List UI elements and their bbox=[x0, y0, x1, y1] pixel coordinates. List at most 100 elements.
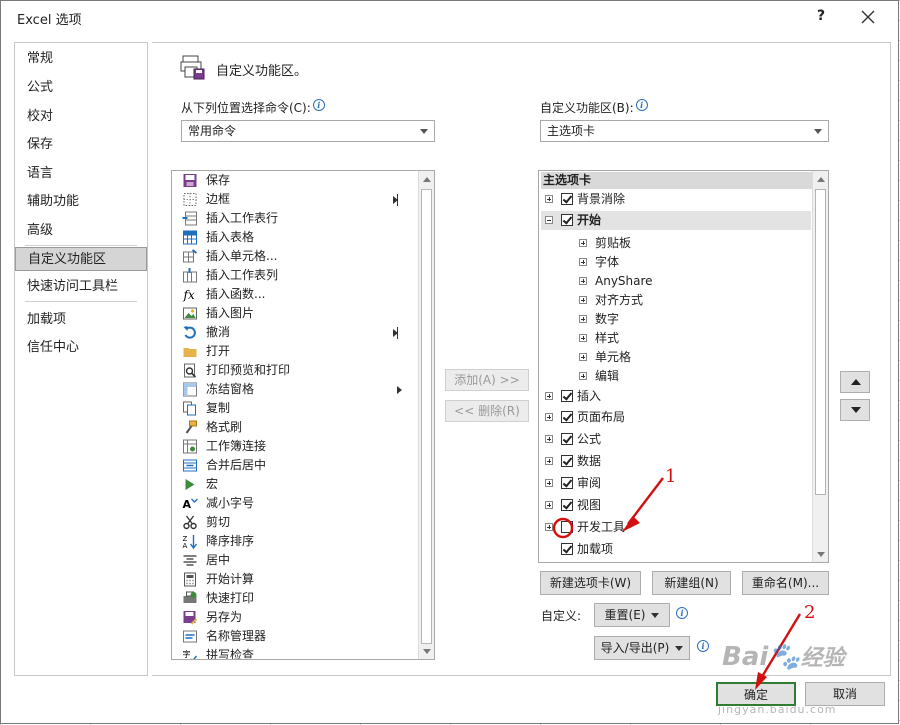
command-item[interactable]: 快速打印 bbox=[178, 589, 404, 608]
expand-icon[interactable] bbox=[579, 296, 587, 304]
move-down-button[interactable] bbox=[840, 399, 870, 421]
tree-item[interactable]: 对齐方式 bbox=[541, 291, 811, 310]
sidebar-item[interactable]: 常规 bbox=[15, 47, 147, 71]
choose-commands-combo[interactable]: 常用命令 bbox=[181, 120, 435, 142]
remove-button[interactable]: << 删除(R) bbox=[445, 400, 529, 422]
customize-ribbon-combo[interactable]: 主选项卡 bbox=[540, 120, 829, 142]
tree-checkbox[interactable] bbox=[561, 193, 573, 205]
sidebar-item[interactable]: 加载项 bbox=[15, 308, 147, 332]
command-item[interactable]: 插入单元格... bbox=[178, 247, 404, 266]
command-item[interactable]: 工作簿连接 bbox=[178, 437, 404, 456]
tree-checkbox[interactable] bbox=[561, 477, 573, 489]
command-item[interactable]: 另存为 bbox=[178, 608, 404, 627]
tree-checkbox[interactable] bbox=[561, 455, 573, 467]
tree-item[interactable]: 单元格 bbox=[541, 348, 811, 367]
command-item[interactable]: 插入图片 bbox=[178, 304, 404, 323]
command-item[interactable]: 插入工作表行 bbox=[178, 209, 404, 228]
scrollbar-thumb[interactable] bbox=[815, 189, 826, 495]
command-item[interactable]: 合并后居中 bbox=[178, 456, 404, 475]
expand-icon[interactable] bbox=[545, 413, 553, 421]
expand-icon[interactable] bbox=[579, 353, 587, 361]
sidebar-item[interactable]: 信任中心 bbox=[15, 336, 147, 360]
expand-icon[interactable] bbox=[545, 195, 553, 203]
tree-item[interactable]: 页面布局 bbox=[541, 408, 811, 427]
command-item[interactable]: 字 拼写检查 bbox=[178, 646, 404, 659]
commands-scrollbar[interactable] bbox=[418, 171, 434, 659]
ribbon-tree-scrollbar[interactable] bbox=[812, 171, 828, 562]
command-item[interactable]: 格式刷 bbox=[178, 418, 404, 437]
expand-icon[interactable] bbox=[545, 392, 553, 400]
scrollbar-thumb[interactable] bbox=[421, 189, 432, 644]
sidebar-item[interactable]: 语言 bbox=[15, 162, 147, 186]
expand-icon[interactable] bbox=[579, 258, 587, 266]
commands-list[interactable]: 保存 边框 插入工作表行 插入表格 插入单元格... 插入工作表列 fx 插入函数... 插入图… bbox=[171, 170, 435, 660]
expand-icon[interactable] bbox=[545, 457, 553, 465]
tree-item[interactable]: 背景消除 bbox=[541, 190, 811, 209]
tree-checkbox[interactable] bbox=[561, 433, 573, 445]
move-up-button[interactable] bbox=[840, 371, 870, 393]
sidebar-item[interactable]: 快速访问工具栏 bbox=[15, 275, 147, 299]
command-item[interactable]: 开始计算 bbox=[178, 570, 404, 589]
tree-item[interactable]: 剪贴板 bbox=[541, 234, 811, 253]
command-item[interactable]: 名称管理器 bbox=[178, 627, 404, 646]
command-item[interactable]: A 减小字号 bbox=[178, 494, 404, 513]
tree-item[interactable]: 加载项 bbox=[541, 540, 811, 559]
scroll-down-icon[interactable] bbox=[419, 643, 434, 659]
command-item[interactable]: 插入工作表列 bbox=[178, 266, 404, 285]
reset-button[interactable]: 重置(E) bbox=[594, 603, 670, 627]
sidebar-item[interactable]: 公式 bbox=[15, 76, 147, 100]
command-item[interactable]: fx 插入函数... bbox=[178, 285, 404, 304]
tree-item[interactable]: 开发工具 bbox=[541, 518, 811, 537]
tree-checkbox[interactable] bbox=[561, 543, 573, 555]
close-button[interactable] bbox=[857, 6, 879, 28]
expand-icon[interactable] bbox=[579, 372, 587, 380]
sidebar-item[interactable]: 保存 bbox=[15, 133, 147, 157]
expand-icon[interactable] bbox=[545, 523, 553, 531]
sidebar-item[interactable]: 自定义功能区 bbox=[15, 247, 147, 271]
command-item[interactable]: 居中 bbox=[178, 551, 404, 570]
collapse-icon[interactable] bbox=[545, 216, 553, 224]
tree-item[interactable]: 编辑 bbox=[541, 367, 811, 386]
scroll-up-icon[interactable] bbox=[813, 171, 828, 187]
command-item[interactable]: Z A 降序排序 bbox=[178, 532, 404, 551]
tree-checkbox[interactable] bbox=[561, 521, 573, 533]
import-export-button[interactable]: 导入/导出(P) bbox=[594, 636, 690, 660]
command-item[interactable]: 打开 bbox=[178, 342, 404, 361]
ribbon-tree[interactable]: 主选项卡 背景消除 开始 剪贴板 字体 AnyShare 对齐方式 数字 样式 单元格 编辑 插入页… bbox=[538, 170, 829, 563]
tree-checkbox[interactable] bbox=[561, 411, 573, 423]
tree-item[interactable]: 数字 bbox=[541, 310, 811, 329]
command-item[interactable]: 撤消 bbox=[178, 323, 404, 342]
command-item[interactable]: 边框 bbox=[178, 190, 404, 209]
sidebar-item[interactable]: 辅助功能 bbox=[15, 190, 147, 214]
tree-item[interactable]: 样式 bbox=[541, 329, 811, 348]
command-item[interactable]: 打印预览和打印 bbox=[178, 361, 404, 380]
expand-icon[interactable] bbox=[579, 334, 587, 342]
command-item[interactable]: 冻结窗格 bbox=[178, 380, 404, 399]
tree-item[interactable]: 开始 bbox=[541, 211, 811, 230]
expand-icon[interactable] bbox=[545, 479, 553, 487]
tree-item[interactable]: AnyShare bbox=[541, 272, 811, 291]
command-item[interactable]: 宏 bbox=[178, 475, 404, 494]
expand-icon[interactable] bbox=[545, 435, 553, 443]
expand-icon[interactable] bbox=[579, 239, 587, 247]
tree-checkbox[interactable] bbox=[561, 214, 573, 226]
tree-item[interactable]: 字体 bbox=[541, 253, 811, 272]
expand-icon[interactable] bbox=[579, 315, 587, 323]
command-item[interactable]: 插入表格 bbox=[178, 228, 404, 247]
command-item[interactable]: 保存 bbox=[178, 171, 404, 190]
command-item[interactable]: 复制 bbox=[178, 399, 404, 418]
tree-item[interactable]: 公式 bbox=[541, 430, 811, 449]
tree-item[interactable]: 视图 bbox=[541, 496, 811, 515]
rename-button[interactable]: 重命名(M)... bbox=[742, 571, 829, 595]
expand-icon[interactable] bbox=[579, 277, 587, 285]
tree-checkbox[interactable] bbox=[561, 390, 573, 402]
sidebar-item[interactable]: 高级 bbox=[15, 219, 147, 243]
command-item[interactable]: 剪切 bbox=[178, 513, 404, 532]
tree-checkbox[interactable] bbox=[561, 499, 573, 511]
tree-item[interactable]: 插入 bbox=[541, 387, 811, 406]
new-tab-button[interactable]: 新建选项卡(W) bbox=[540, 571, 641, 595]
scroll-up-icon[interactable] bbox=[419, 171, 434, 187]
add-button[interactable]: 添加(A) >> bbox=[445, 369, 529, 391]
sidebar-item[interactable]: 校对 bbox=[15, 105, 147, 129]
help-button[interactable]: ? bbox=[813, 8, 829, 26]
